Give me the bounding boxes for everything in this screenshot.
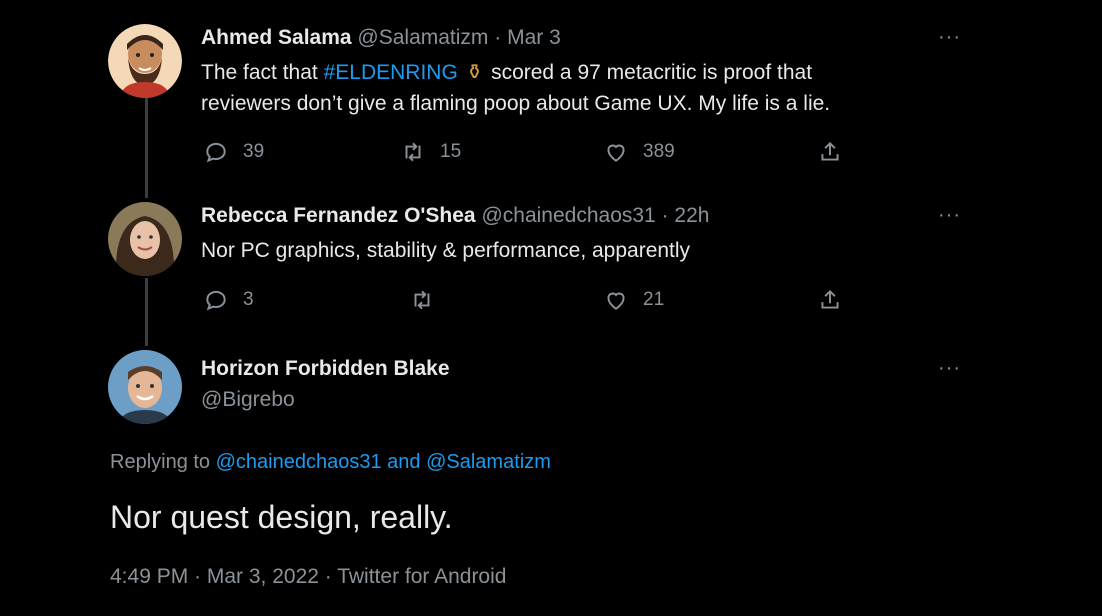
tweet-text-part: reviewers don’t give a flaming poop abou…	[201, 92, 831, 115]
thread-connector	[145, 98, 148, 198]
thread-connector	[145, 278, 148, 346]
replying-mentions-link[interactable]: @chainedchaos31 and @Salamatizm	[216, 451, 551, 473]
retweet-icon	[405, 142, 421, 162]
share-icon	[821, 289, 839, 309]
more-options-button[interactable]: ···	[938, 357, 961, 380]
avatar[interactable]	[108, 350, 182, 424]
reply-count: 39	[243, 141, 265, 162]
like-icon	[607, 144, 625, 162]
separator: ·	[661, 204, 669, 227]
tweet-text-part: The fact that	[201, 61, 324, 84]
tweet-timestamp[interactable]: 4:49 PM · Mar 3, 2022 · Twitter for Andr…	[110, 565, 506, 589]
user-handle[interactable]: @Salamatizm	[357, 26, 488, 49]
retweet-count: 15	[440, 141, 462, 162]
like-button[interactable]: 21	[603, 287, 664, 313]
retweet-icon	[414, 290, 430, 310]
twitter-thread: Ahmed Salama @Salamatizm · Mar 3 ··· The…	[0, 0, 1102, 616]
like-count: 389	[643, 141, 675, 162]
display-name[interactable]: Ahmed Salama	[201, 26, 352, 49]
user-handle[interactable]: @Bigrebo	[201, 388, 295, 412]
retweet-button[interactable]	[409, 287, 435, 313]
reply-count: 3	[243, 289, 254, 310]
separator: ·	[494, 26, 502, 49]
more-options-button[interactable]: ···	[938, 204, 961, 227]
share-icon	[821, 141, 839, 161]
tweet-time[interactable]: Mar 3	[507, 26, 561, 49]
avatar-photo-icon	[108, 350, 182, 424]
replying-to: Replying to @chainedchaos31 and @Salamat…	[110, 451, 551, 474]
avatar-illustration-icon	[108, 24, 182, 98]
retweet-button[interactable]: 15	[400, 139, 461, 165]
display-name[interactable]: Rebecca Fernandez O'Shea	[201, 204, 476, 227]
replying-prefix: Replying to	[110, 451, 216, 473]
avatar-photo-icon	[108, 202, 182, 276]
more-options-button[interactable]: ···	[938, 26, 961, 49]
tweet-text-part: scored a 97 metacritic is proof that	[485, 61, 813, 84]
reply-icon	[206, 142, 226, 163]
display-name[interactable]: Horizon Forbidden Blake	[201, 357, 450, 380]
user-handle[interactable]: @chainedchaos31	[481, 204, 655, 227]
reply-button[interactable]: 39	[203, 139, 264, 165]
tweet-header: Rebecca Fernandez O'Shea @chainedchaos31…	[201, 204, 709, 228]
reply-button[interactable]: 3	[203, 287, 254, 313]
hashtag-link[interactable]: #ELDENRING	[324, 61, 458, 84]
tweet-time[interactable]: 22h	[674, 204, 709, 227]
avatar[interactable]	[108, 202, 182, 276]
share-button[interactable]	[817, 139, 843, 165]
tweet-header: Ahmed Salama @Salamatizm · Mar 3	[201, 26, 561, 50]
main-tweet-text: Nor quest design, really.	[110, 499, 453, 535]
share-button[interactable]	[817, 287, 843, 313]
reply-icon	[206, 290, 226, 311]
main-tweet-name: Horizon Forbidden Blake	[201, 357, 450, 381]
emoji: ⚱	[465, 61, 484, 84]
tweet-text: The fact that #ELDENRING ⚱ scored a 97 m…	[201, 57, 830, 119]
like-button[interactable]: 389	[603, 139, 675, 165]
avatar[interactable]	[108, 24, 182, 98]
like-count: 21	[643, 289, 665, 310]
like-icon	[607, 292, 625, 310]
tweet-text: Nor PC graphics, stability & performance…	[201, 239, 691, 262]
